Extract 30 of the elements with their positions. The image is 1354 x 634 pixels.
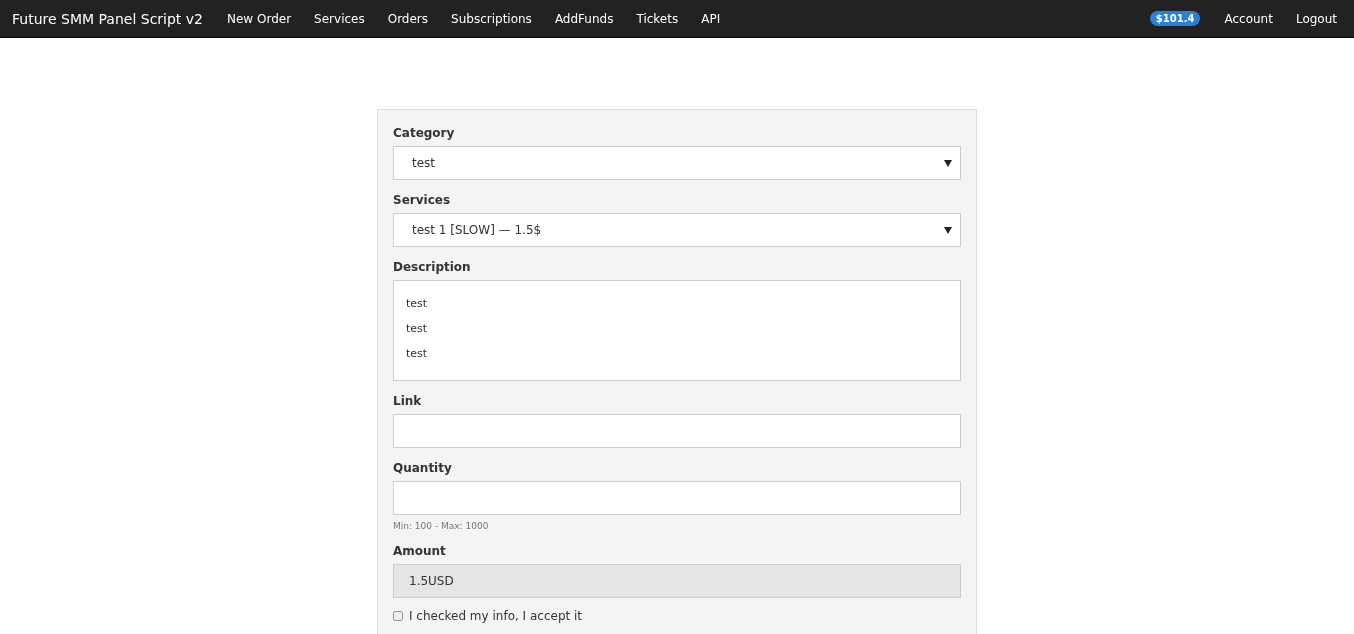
nav-link[interactable]: Tickets bbox=[636, 11, 679, 26]
nav-link[interactable]: Logout bbox=[1295, 11, 1337, 26]
field-label: Quantity bbox=[393, 460, 453, 477]
description-line: test bbox=[406, 296, 429, 312]
field-label: Link bbox=[393, 393, 423, 410]
checkbox-label: I checked my info, I accept it bbox=[409, 609, 583, 623]
field-label: Amount bbox=[393, 543, 447, 560]
field-label: Category bbox=[393, 125, 456, 142]
description-line: test bbox=[406, 321, 429, 337]
input-field[interactable] bbox=[393, 481, 961, 515]
select-field[interactable]: test 1 [SLOW] — 1.5$ bbox=[393, 213, 961, 247]
input-field[interactable] bbox=[393, 414, 961, 448]
field-hint: Min: 100 - Max: 1000 bbox=[393, 521, 490, 531]
nav-link[interactable]: API bbox=[701, 11, 721, 26]
amount-field: 1.5USD bbox=[393, 564, 961, 598]
nav-link[interactable]: Services bbox=[314, 11, 365, 26]
field-label: Services bbox=[393, 192, 452, 209]
nav-link[interactable]: New Order bbox=[227, 11, 292, 26]
checkbox[interactable] bbox=[393, 611, 403, 621]
field-label: Description bbox=[393, 259, 472, 276]
brand-link[interactable]: Future SMM Panel Script v2 bbox=[12, 10, 203, 27]
caret-icon bbox=[944, 226, 952, 234]
nav-link[interactable]: AddFunds bbox=[554, 11, 614, 26]
caret-icon bbox=[944, 159, 952, 167]
nav-link[interactable]: Subscriptions bbox=[451, 11, 532, 26]
nav-link[interactable]: Orders bbox=[387, 11, 429, 26]
nav-link[interactable]: Account bbox=[1224, 11, 1273, 26]
select-field[interactable]: test bbox=[393, 146, 961, 180]
description-line: test bbox=[406, 346, 429, 362]
balance-badge: $101.4 bbox=[1149, 11, 1201, 26]
